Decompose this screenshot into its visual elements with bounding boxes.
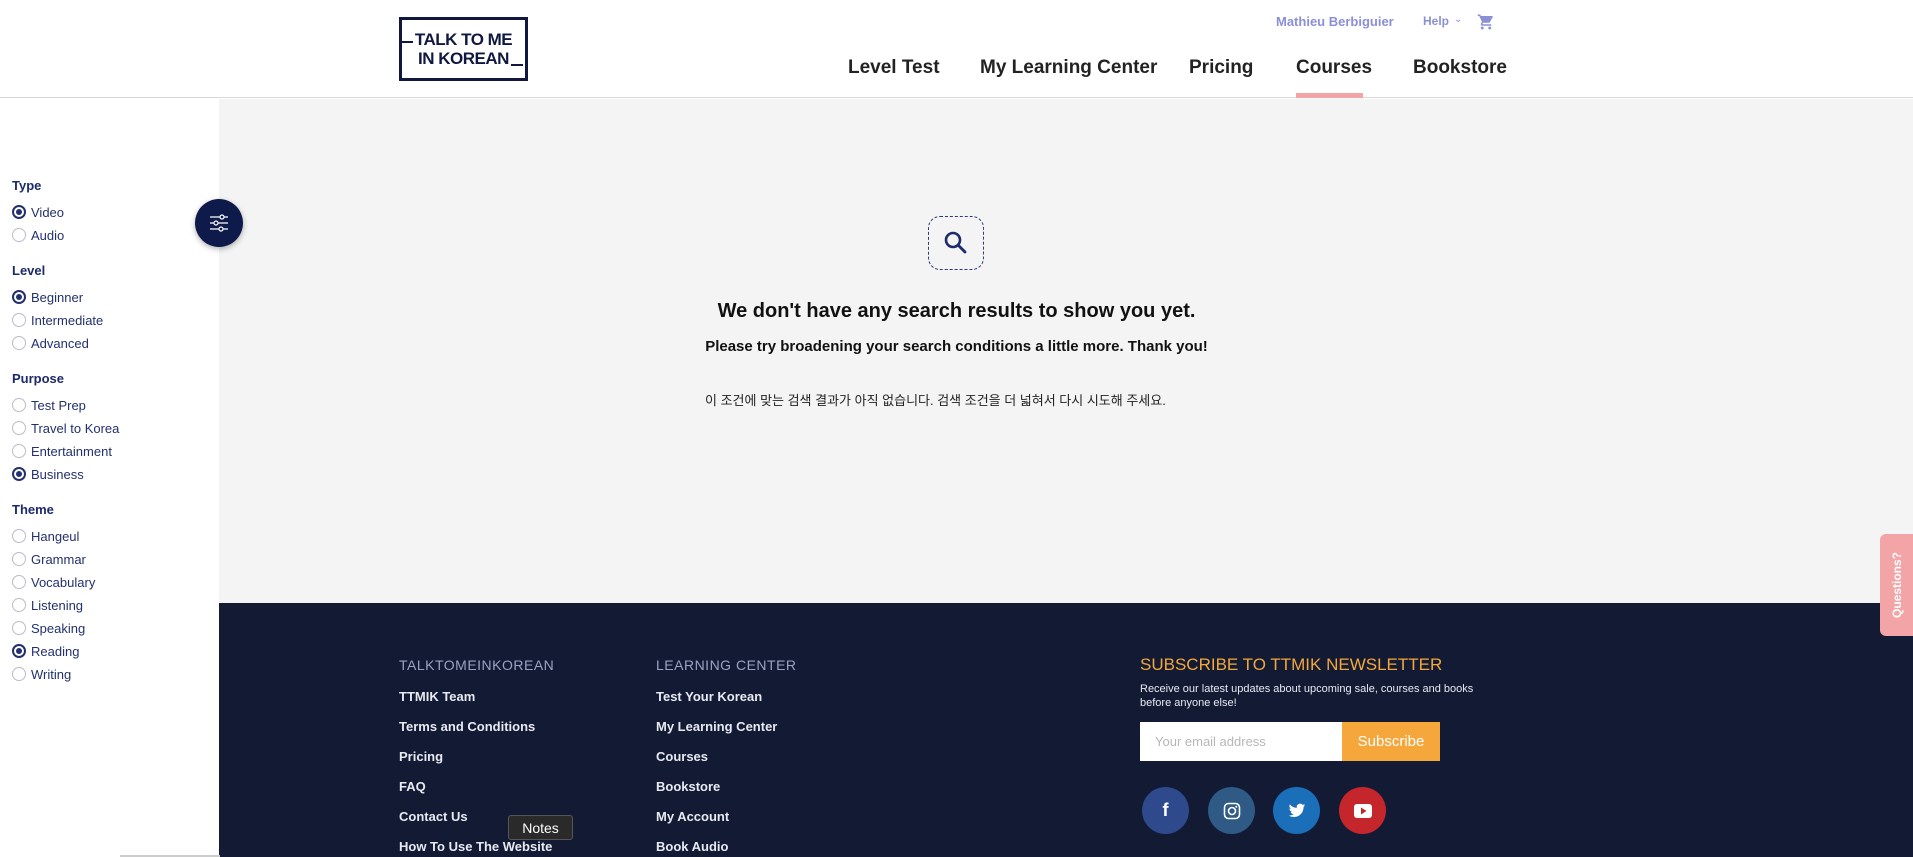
footer-link-test-your-korean[interactable]: Test Your Korean	[656, 689, 762, 704]
notes-tooltip: Notes	[508, 815, 573, 840]
footer-link-ttmik-team[interactable]: TTMIK Team	[399, 689, 475, 704]
footer-link-pricing[interactable]: Pricing	[399, 749, 443, 764]
empty-results-korean: 이 조건에 맞는 검색 결과가 아직 없습니다. 검색 조건을 더 넓혀서 다시…	[705, 393, 1166, 408]
logo-line-2: IN KOREAN	[418, 49, 509, 68]
filter-option-reading[interactable]: Reading	[12, 643, 79, 659]
search-icon	[928, 216, 984, 270]
nav-pricing[interactable]: Pricing	[1189, 57, 1253, 79]
radio-checked[interactable]	[12, 644, 26, 658]
filter-option-travel[interactable]: Travel to Korea	[12, 420, 119, 436]
footer-link-contact[interactable]: Contact Us	[399, 809, 468, 824]
filter-option-vocabulary[interactable]: Vocabulary	[12, 574, 95, 590]
radio-checked[interactable]	[12, 205, 26, 219]
questions-tab-label: Questions?	[1889, 551, 1904, 619]
filter-group-purpose-title: Purpose	[12, 371, 65, 386]
footer-col1-title: TALKTOMEINKOREAN	[399, 657, 555, 673]
instagram-icon[interactable]	[1208, 787, 1255, 834]
radio-unchecked[interactable]	[12, 228, 26, 242]
footer-link-my-account[interactable]: My Account	[656, 809, 729, 824]
footer-col2-title: LEARNING CENTER	[656, 657, 797, 673]
footer-link-how-to[interactable]: How To Use The Website	[399, 839, 552, 854]
help-menu[interactable]: Help	[1423, 14, 1449, 28]
filter-option-writing[interactable]: Writing	[12, 666, 71, 682]
newsletter-title: SUBSCRIBE TO TTMIK NEWSLETTER	[1140, 655, 1443, 674]
radio-unchecked[interactable]	[12, 421, 26, 435]
site-header: TALK TO ME IN KOREAN Mathieu Berbiguier …	[0, 0, 1913, 98]
footer-link-bookstore[interactable]: Bookstore	[656, 779, 720, 794]
sliders-icon	[210, 214, 228, 232]
filter-group-type-title: Type	[12, 178, 42, 193]
filter-option-listening[interactable]: Listening	[12, 597, 83, 613]
radio-unchecked[interactable]	[12, 575, 26, 589]
cart-icon[interactable]	[1477, 13, 1495, 31]
footer-link-my-learning-center[interactable]: My Learning Center	[656, 719, 777, 734]
filter-group-level-title: Level	[12, 263, 46, 278]
ttmik-logo[interactable]: TALK TO ME IN KOREAN	[399, 17, 528, 81]
nav-level-test[interactable]: Level Test	[848, 57, 940, 79]
newsletter-description: Receive our latest updates about upcomin…	[1140, 683, 1474, 709]
youtube-icon[interactable]	[1339, 787, 1386, 834]
filter-option-business[interactable]: Business	[12, 466, 84, 482]
filter-group-theme-title: Theme	[12, 502, 54, 517]
magnifier-glyph	[944, 231, 967, 254]
radio-unchecked[interactable]	[12, 598, 26, 612]
twitter-icon[interactable]	[1273, 787, 1320, 834]
subscribe-button[interactable]: Subscribe	[1342, 722, 1440, 761]
radio-unchecked[interactable]	[12, 529, 26, 543]
footer-link-book-audio[interactable]: Book Audio	[656, 839, 728, 854]
filter-toggle-button[interactable]	[195, 199, 243, 247]
questions-tab[interactable]: Questions?	[1880, 534, 1913, 636]
footer-link-faq[interactable]: FAQ	[399, 779, 426, 794]
filter-option-speaking[interactable]: Speaking	[12, 620, 85, 636]
filter-option-video[interactable]: Video	[12, 204, 64, 220]
filter-option-hangeul[interactable]: Hangeul	[12, 528, 79, 544]
facebook-icon[interactable]: f	[1142, 787, 1189, 834]
filter-option-entertainment[interactable]: Entertainment	[12, 443, 112, 459]
empty-results-title: We don't have any search results to show…	[717, 300, 1196, 322]
radio-unchecked[interactable]	[12, 444, 26, 458]
radio-checked[interactable]	[12, 467, 26, 481]
chevron-down-icon[interactable]: ⌄	[1454, 14, 1462, 25]
active-nav-indicator	[1296, 93, 1363, 98]
filter-option-grammar[interactable]: Grammar	[12, 551, 86, 567]
filter-option-test-prep[interactable]: Test Prep	[12, 397, 86, 413]
user-name-link[interactable]: Mathieu Berbiguier	[1276, 14, 1394, 29]
nav-my-learning-center[interactable]: My Learning Center	[980, 57, 1157, 79]
radio-unchecked[interactable]	[12, 667, 26, 681]
newsletter-email-input[interactable]	[1140, 722, 1342, 761]
logo-bar-decoration-2	[511, 64, 523, 66]
empty-results-subtitle: Please try broadening your search condit…	[705, 338, 1208, 355]
radio-unchecked[interactable]	[12, 552, 26, 566]
filter-option-audio[interactable]: Audio	[12, 227, 64, 243]
nav-bookstore[interactable]: Bookstore	[1413, 57, 1507, 79]
logo-bar-decoration	[399, 41, 413, 43]
radio-unchecked[interactable]	[12, 621, 26, 635]
radio-unchecked[interactable]	[12, 398, 26, 412]
footer-link-courses[interactable]: Courses	[656, 749, 708, 764]
nav-courses[interactable]: Courses	[1296, 57, 1372, 79]
footer-link-terms[interactable]: Terms and Conditions	[399, 719, 535, 734]
logo-line-1: TALK TO ME	[414, 30, 513, 49]
